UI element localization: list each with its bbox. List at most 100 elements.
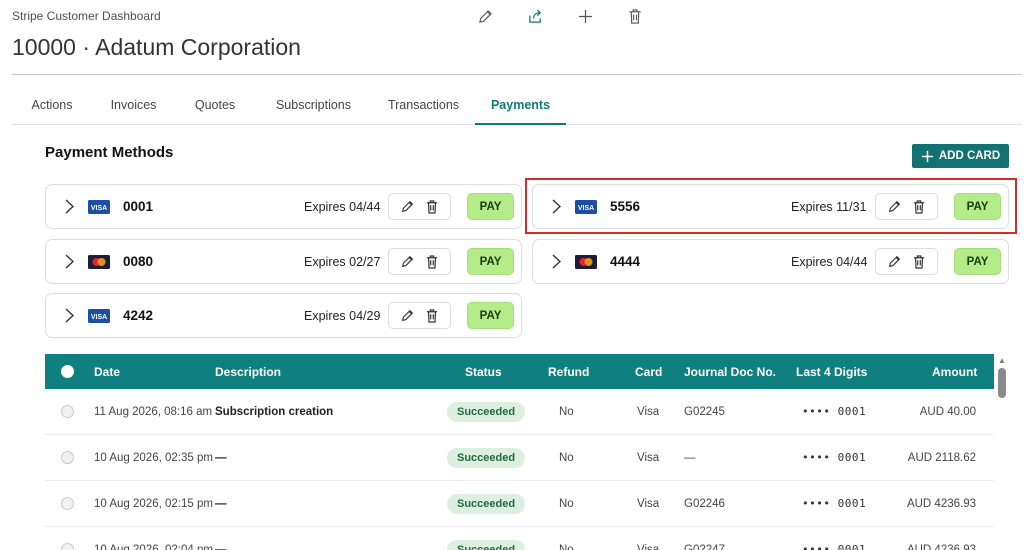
card-actions xyxy=(875,193,938,220)
edit-card-button[interactable] xyxy=(401,200,414,213)
delete-card-button[interactable] xyxy=(426,308,438,323)
row-select-radio[interactable] xyxy=(61,543,74,550)
row-date: 10 Aug 2026, 02:35 pm xyxy=(94,451,213,464)
trash-icon xyxy=(426,308,438,323)
row-refund: No xyxy=(559,405,574,418)
plus-icon xyxy=(921,150,933,162)
row-amount: AUD 4236.93 xyxy=(906,543,976,550)
status-badge: Succeeded xyxy=(447,401,526,422)
pay-button[interactable]: PAY xyxy=(467,193,514,220)
row-journal: G02247 xyxy=(684,543,725,550)
row-description: Subscription creation xyxy=(215,405,334,418)
select-all-radio[interactable] xyxy=(61,365,74,378)
scroll-up-icon[interactable]: ▲ xyxy=(998,356,1006,365)
pay-button[interactable]: PAY xyxy=(467,248,514,275)
expand-card-button[interactable] xyxy=(541,199,571,214)
col-date[interactable]: Date xyxy=(94,354,120,389)
edit-button[interactable] xyxy=(460,5,510,27)
row-amount: AUD 2118.62 xyxy=(907,451,976,464)
visa-icon: VISA xyxy=(88,308,110,323)
card-number: 5556 xyxy=(610,199,641,214)
edit-card-button[interactable] xyxy=(401,309,414,322)
delete-card-button[interactable] xyxy=(426,254,438,269)
payment-card-0001: VISA 0001 Expires 04/44 PAY xyxy=(45,184,522,229)
card-number: 4242 xyxy=(123,308,154,323)
pay-button[interactable]: PAY xyxy=(954,193,1001,220)
delete-button[interactable] xyxy=(610,5,660,27)
payment-card-0080: 0080 Expires 02/27 PAY xyxy=(45,239,522,284)
col-description[interactable]: Description xyxy=(215,354,281,389)
row-journal: — xyxy=(684,451,696,464)
scrollbar-thumb[interactable] xyxy=(998,368,1006,398)
payment-card-4242: VISA 4242 Expires 04/29 PAY xyxy=(45,293,522,338)
tab-actions[interactable]: Actions xyxy=(12,86,92,124)
trash-icon xyxy=(913,199,925,214)
row-description: — xyxy=(215,497,227,510)
pencil-icon xyxy=(888,200,901,213)
pay-button[interactable]: PAY xyxy=(954,248,1001,275)
status-badge: Succeeded xyxy=(447,447,526,468)
row-description: — xyxy=(215,543,227,550)
expand-card-button[interactable] xyxy=(54,254,84,269)
share-button[interactable] xyxy=(510,5,560,27)
edit-card-button[interactable] xyxy=(888,200,901,213)
tab-subscriptions[interactable]: Subscriptions xyxy=(255,86,372,124)
expand-card-button[interactable] xyxy=(54,199,84,214)
row-select-radio[interactable] xyxy=(61,451,74,464)
table-row[interactable]: 11 Aug 2026, 08:16 am Subscription creat… xyxy=(45,389,994,435)
card-expiry: Expires 04/44 xyxy=(791,254,868,269)
col-last4[interactable]: Last 4 Digits xyxy=(796,354,867,389)
card-expiry: Expires 11/31 xyxy=(791,199,867,214)
mastercard-icon xyxy=(88,254,110,269)
card-number: 0001 xyxy=(123,199,154,214)
trash-icon xyxy=(629,8,641,24)
tab-quotes[interactable]: Quotes xyxy=(175,86,255,124)
row-card: Visa xyxy=(637,451,660,464)
col-card[interactable]: Card xyxy=(635,354,662,389)
trash-icon xyxy=(913,254,925,269)
row-card: Visa xyxy=(637,405,660,418)
pencil-icon xyxy=(401,200,414,213)
trash-icon xyxy=(426,199,438,214)
col-amount[interactable]: Amount xyxy=(932,354,977,389)
card-number: 0080 xyxy=(123,254,154,269)
table-row[interactable]: 10 Aug 2026, 02:04 pm — Succeeded No Vis… xyxy=(45,527,994,550)
col-status[interactable]: Status xyxy=(465,354,502,389)
row-select-radio[interactable] xyxy=(61,497,74,510)
expand-card-button[interactable] xyxy=(541,254,571,269)
new-button[interactable] xyxy=(560,5,610,27)
col-refund[interactable]: Refund xyxy=(548,354,589,389)
tab-payments[interactable]: Payments xyxy=(475,86,566,125)
col-journal[interactable]: Journal Doc No. xyxy=(684,354,776,389)
mastercard-icon xyxy=(575,254,597,269)
row-card: Visa xyxy=(637,497,660,510)
pencil-icon xyxy=(401,309,414,322)
row-journal: G02245 xyxy=(684,405,725,418)
pencil-icon xyxy=(401,255,414,268)
card-actions xyxy=(875,248,938,275)
card-number: 4444 xyxy=(610,254,641,269)
delete-card-button[interactable] xyxy=(426,199,438,214)
tab-invoices[interactable]: Invoices xyxy=(92,86,175,124)
card-actions xyxy=(388,248,451,275)
delete-card-button[interactable] xyxy=(913,254,925,269)
svg-text:VISA: VISA xyxy=(91,205,107,212)
tab-transactions[interactable]: Transactions xyxy=(372,86,475,124)
svg-text:VISA: VISA xyxy=(91,314,107,321)
edit-card-button[interactable] xyxy=(401,255,414,268)
table-row[interactable]: 10 Aug 2026, 02:15 pm — Succeeded No Vis… xyxy=(45,481,994,527)
pay-button[interactable]: PAY xyxy=(467,302,514,329)
chevron-right-icon xyxy=(65,308,74,323)
expand-card-button[interactable] xyxy=(54,308,84,323)
delete-card-button[interactable] xyxy=(913,199,925,214)
row-journal: G02246 xyxy=(684,497,725,510)
table-scrollbar[interactable]: ▲ xyxy=(996,354,1008,550)
edit-card-button[interactable] xyxy=(888,255,901,268)
table-header: Date Description Status Refund Card Jour… xyxy=(45,354,994,389)
plus-icon xyxy=(578,9,592,23)
table-row[interactable]: 10 Aug 2026, 02:35 pm — Succeeded No Vis… xyxy=(45,435,994,481)
row-select-radio[interactable] xyxy=(61,405,74,418)
pencil-icon xyxy=(478,9,492,23)
add-card-button[interactable]: ADD CARD xyxy=(912,144,1009,168)
trash-icon xyxy=(426,254,438,269)
